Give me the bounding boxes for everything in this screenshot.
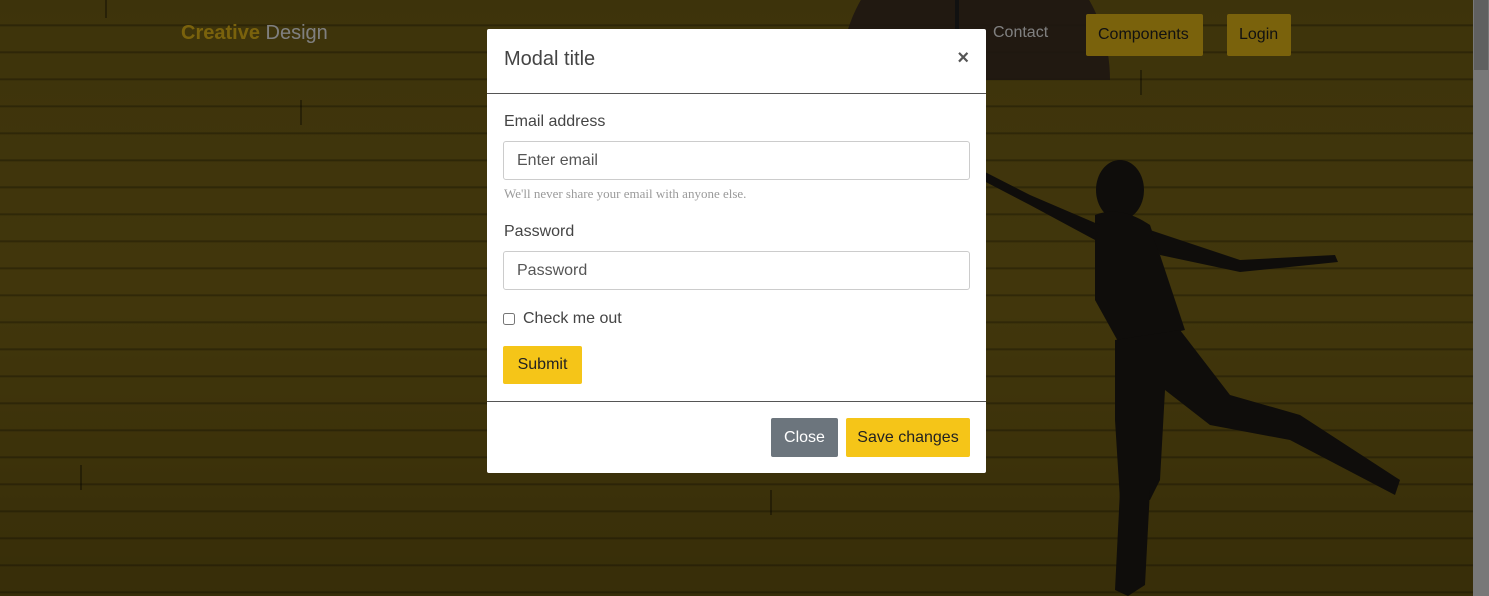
submit-button[interactable]: Submit bbox=[503, 346, 582, 384]
modal-title: Modal title bbox=[504, 48, 596, 70]
email-field[interactable] bbox=[503, 141, 970, 180]
page-scrollbar[interactable] bbox=[1473, 0, 1489, 596]
modal-body: Email address We'll never share your ema… bbox=[487, 94, 986, 402]
email-label: Email address bbox=[504, 113, 606, 130]
close-button[interactable]: Close bbox=[771, 418, 838, 457]
close-icon[interactable]: × bbox=[957, 47, 969, 70]
email-help-text: We'll never share your email with anyone… bbox=[504, 186, 747, 201]
checkbox-label[interactable]: Check me out bbox=[523, 310, 622, 328]
modal-header: Modal title × bbox=[487, 29, 986, 94]
check-me-out-checkbox[interactable] bbox=[503, 313, 515, 325]
password-label: Password bbox=[504, 223, 575, 240]
modal-footer: Close Save changes bbox=[487, 402, 986, 473]
save-changes-button[interactable]: Save changes bbox=[846, 418, 970, 457]
modal-dialog: Modal title × Email address We'll never … bbox=[487, 29, 986, 473]
password-field[interactable] bbox=[503, 251, 970, 290]
check-me-out-row: Check me out bbox=[503, 310, 622, 328]
